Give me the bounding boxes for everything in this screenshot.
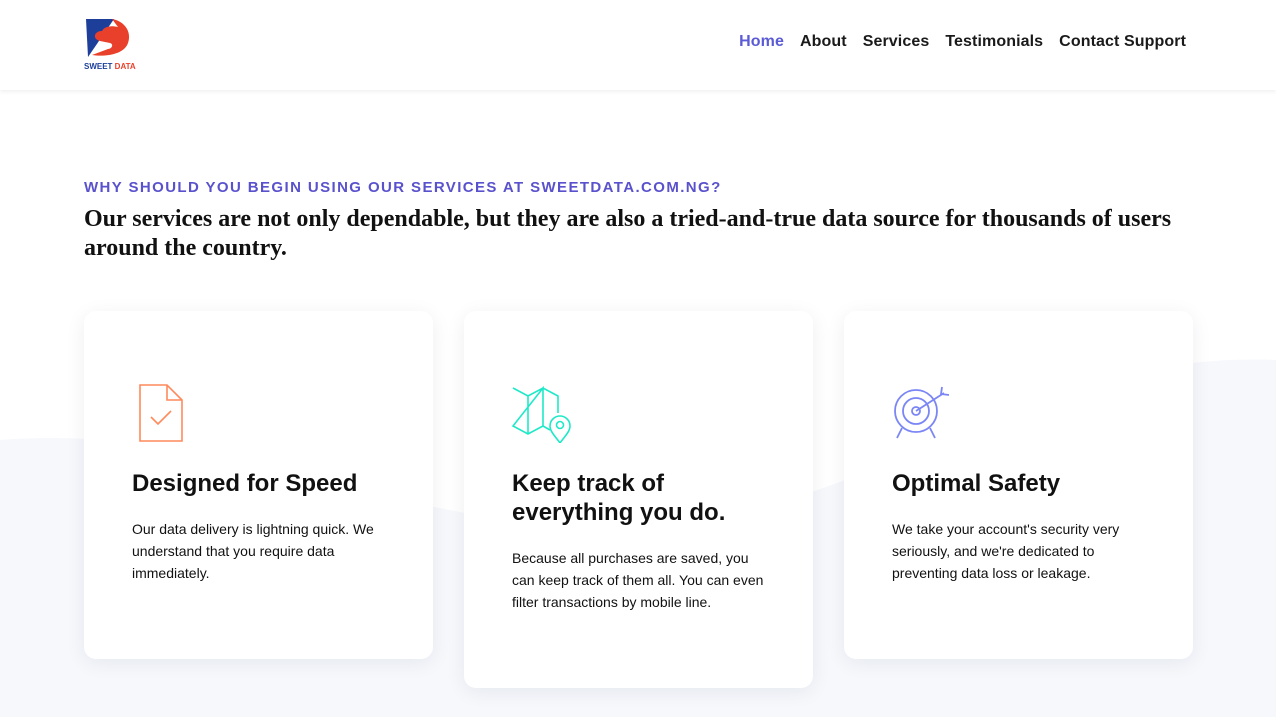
nav-about[interactable]: About <box>800 33 847 51</box>
section-eyebrow: WHY SHOULD YOU BEGIN USING OUR SERVICES … <box>84 179 722 196</box>
target-icon <box>894 386 950 439</box>
feature-card-speed: Designed for Speed Our data delivery is … <box>84 311 433 659</box>
nav-services[interactable]: Services <box>863 33 930 51</box>
card-text: We take your account's security very ser… <box>892 521 1120 581</box>
nav-home[interactable]: Home <box>739 33 784 51</box>
sweet-data-logo[interactable]: SWEET DATA <box>84 17 136 71</box>
nav-contact-support[interactable]: Contact Support <box>1059 33 1186 51</box>
card-text: Our data delivery is lightning quick. We… <box>132 521 374 581</box>
main-nav: Home About Services Testimonials Contact… <box>739 33 1186 51</box>
card-title: Keep track of everything you do. <box>512 470 726 526</box>
card-text: Because all purchases are saved, you can… <box>512 550 764 610</box>
feature-card-tracking: Keep track of everything you do. Because… <box>464 311 813 688</box>
map-pin-icon <box>512 385 571 443</box>
svg-text:SWEET DATA: SWEET DATA <box>84 62 136 71</box>
nav-testimonials[interactable]: Testimonials <box>945 33 1043 51</box>
document-check-icon <box>139 384 183 442</box>
section-headline: Our services are not only dependable, bu… <box>84 206 1172 261</box>
site-header: SWEET DATA Home About Services Testimoni… <box>0 0 1276 90</box>
card-title: Designed for Speed <box>132 470 358 497</box>
card-title: Optimal Safety <box>892 470 1061 497</box>
feature-card-safety: Optimal Safety We take your account's se… <box>844 311 1193 659</box>
